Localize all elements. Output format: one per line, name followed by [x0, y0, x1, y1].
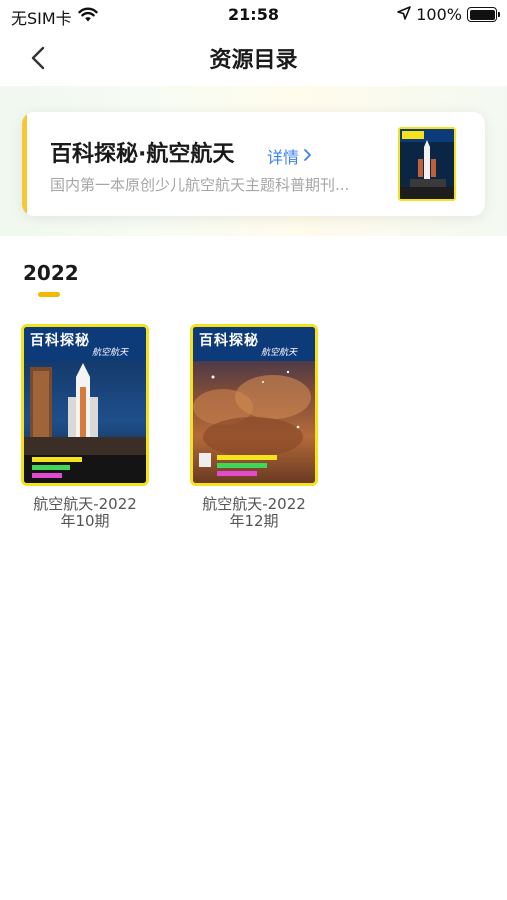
cover-brand: 百科探秘: [30, 333, 90, 349]
battery-fill: [469, 9, 495, 20]
issue-label-line1: 航空航天-2022: [202, 495, 306, 513]
chevron-right-icon: [303, 147, 313, 166]
detail-link[interactable]: 详情: [267, 144, 313, 168]
magazine-title: 百科探秘·航空航天: [50, 142, 235, 167]
detail-link-label: 详情: [267, 148, 300, 167]
battery-percent: 100%: [416, 5, 462, 24]
magazine-cover-thumbnail: [398, 127, 456, 201]
issue-label: 航空航天-2022 年12期: [190, 496, 318, 530]
magazine-description: 国内第一本原创少儿航空航天主题科普期刊...: [50, 176, 350, 194]
issue-label-line2: 年10期: [60, 512, 110, 530]
cover-subtitle: 航空航天: [261, 348, 298, 358]
year-tab-indicator: [38, 292, 60, 297]
year-tab-2022[interactable]: 2022: [23, 261, 79, 285]
nav-bar: 资源目录: [0, 30, 507, 86]
issue-tile-2022-12[interactable]: 百科探秘 航空航天 航空航天-2022 年12期: [190, 324, 320, 530]
issue-label-line2: 年12期: [229, 512, 279, 530]
card-accent-bar: [22, 112, 27, 216]
issue-cover-image: 百科探秘 航空航天: [21, 324, 149, 486]
magazine-info-card[interactable]: 百科探秘·航空航天 详情 国内第一本原创少儿航空航天主题科普期刊...: [22, 112, 485, 216]
page-title: 资源目录: [209, 48, 298, 73]
issue-label-line1: 航空航天-2022: [33, 495, 137, 513]
cover-brand: 百科探秘: [199, 333, 259, 349]
cover-subtitle: 航空航天: [92, 348, 129, 358]
resource-catalog-screen: 无SIM卡 21:58 100% 资源目录 百科探秘·航空航天 详情 国内第一本…: [0, 0, 507, 900]
status-right: 100%: [397, 5, 500, 24]
location-arrow-icon: [397, 5, 412, 24]
issue-label: 航空航天-2022 年10期: [21, 496, 149, 530]
issue-tile-2022-10[interactable]: 百科探秘 航空航天 航空航天-2022 年10期: [21, 324, 151, 530]
battery-icon: [467, 7, 500, 22]
issue-cover-image: 百科探秘 航空航天: [190, 324, 318, 486]
status-bar: 无SIM卡 21:58 100%: [0, 0, 507, 30]
